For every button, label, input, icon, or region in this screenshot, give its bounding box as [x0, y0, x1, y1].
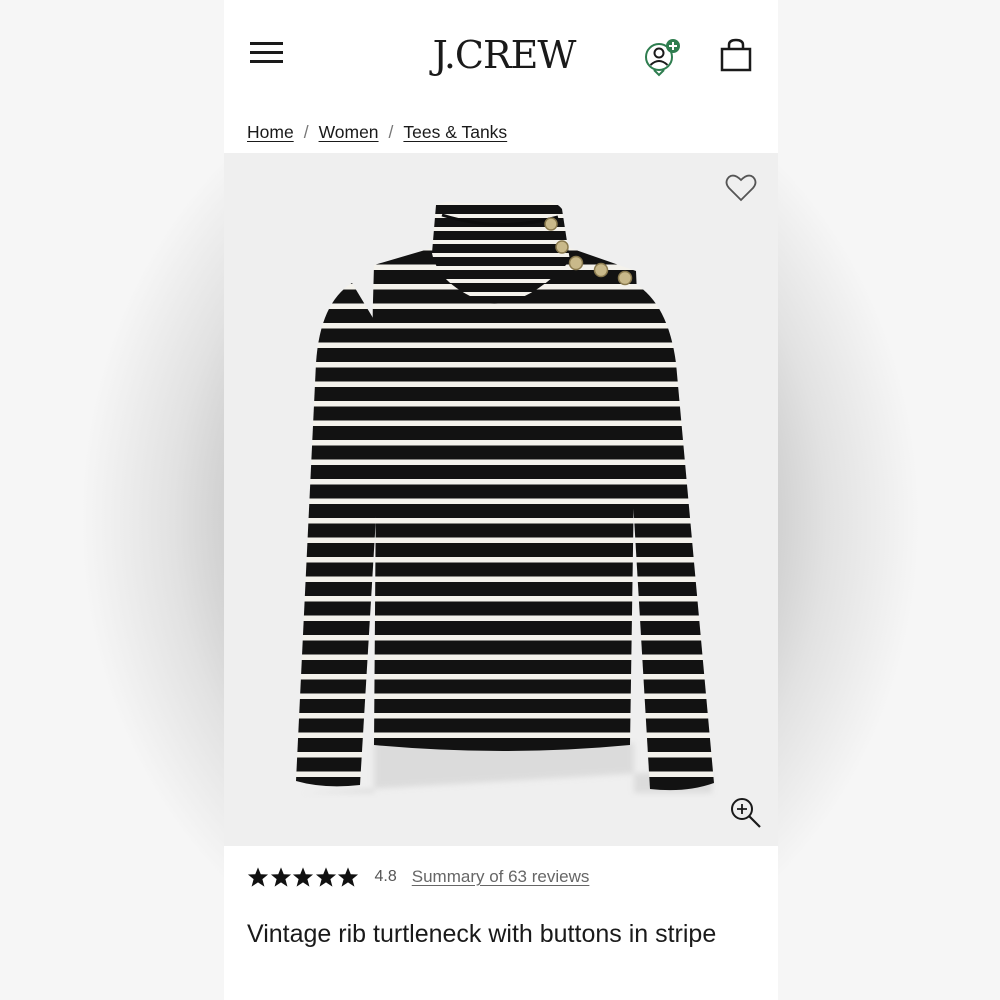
- breadcrumb: Home / Women / Tees & Tanks: [247, 122, 507, 143]
- star-rating: [247, 866, 360, 888]
- heart-icon[interactable]: [724, 173, 758, 203]
- rating-row: 4.8 Summary of 63 reviews: [247, 866, 589, 888]
- star-icon: [337, 867, 359, 887]
- star-icon: [315, 867, 336, 887]
- rating-value: 4.8: [374, 868, 397, 885]
- reviews-summary-link[interactable]: Summary of 63 reviews: [412, 867, 590, 887]
- account-add-icon[interactable]: [642, 37, 682, 77]
- star-icon: [247, 867, 269, 887]
- logo-link[interactable]: J.CREW: [404, 0, 604, 100]
- breadcrumb-tees-tanks[interactable]: Tees & Tanks: [403, 122, 507, 143]
- breadcrumb-separator: /: [388, 122, 394, 142]
- breadcrumb-separator: /: [303, 122, 309, 142]
- striped-turtleneck-image: [296, 201, 714, 793]
- shopping-bag-icon[interactable]: [718, 38, 754, 72]
- breadcrumb-women[interactable]: Women: [319, 122, 379, 143]
- breadcrumb-home[interactable]: Home: [247, 122, 294, 143]
- star-icon: [292, 867, 314, 887]
- mobile-page: J.CREW Home / Women / Tees & Tanks 4.8 S…: [224, 0, 778, 1000]
- brand-logo: J.CREW: [432, 33, 577, 77]
- zoom-in-icon[interactable]: [729, 796, 763, 830]
- product-image[interactable]: [224, 153, 778, 846]
- product-title: Vintage rib turtleneck with buttons in s…: [247, 920, 717, 948]
- star-icon: [270, 867, 291, 887]
